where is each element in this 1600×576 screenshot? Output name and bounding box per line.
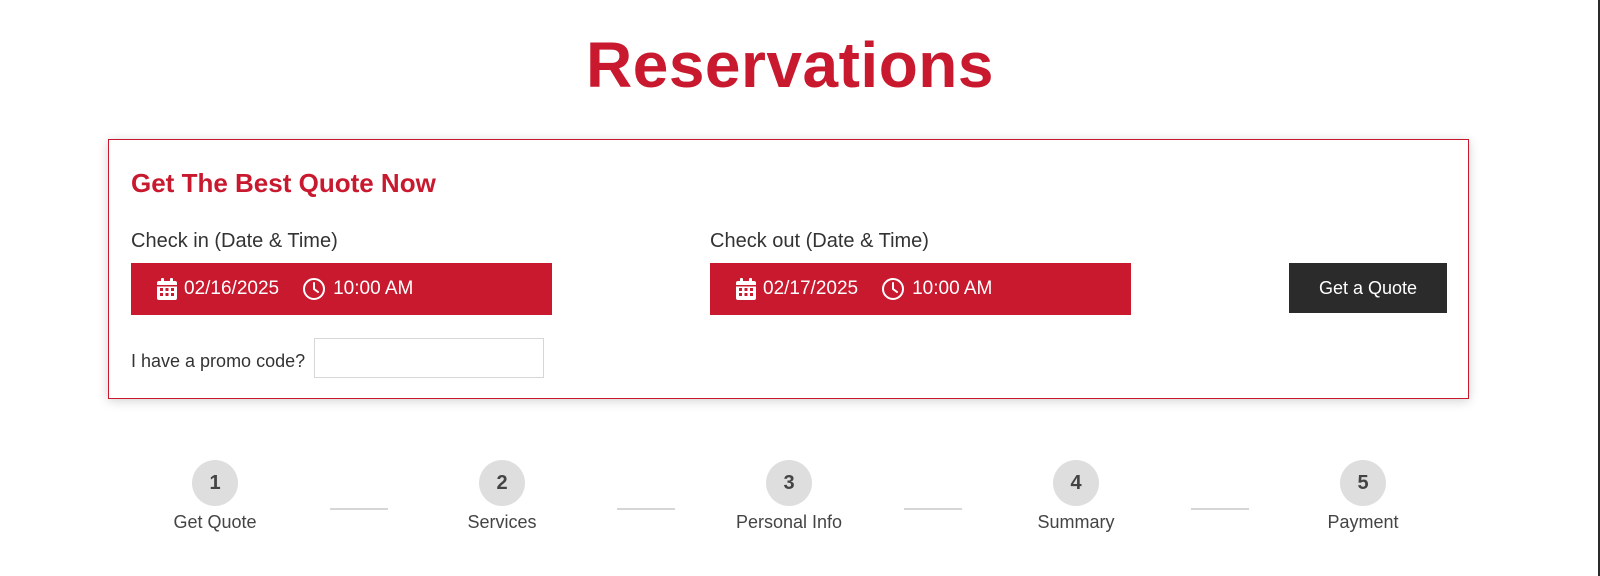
page-title: Reservations xyxy=(586,29,994,101)
check-out-date-value: 02/17/2025 xyxy=(763,278,859,299)
calendar-icon xyxy=(156,277,178,301)
check-out-label: Check out (Date & Time) xyxy=(710,230,929,252)
step-connector xyxy=(330,508,388,510)
quote-card: Get The Best Quote Now Check in (Date & … xyxy=(108,139,1469,399)
clock-icon xyxy=(302,277,326,301)
calendar-icon xyxy=(735,277,757,301)
promo-code-input[interactable] xyxy=(314,338,544,378)
check-in-datetime-picker[interactable]: 02/16/2025 10:00 AM xyxy=(131,263,552,315)
step-connector xyxy=(1191,508,1249,510)
check-out-time-value: 10:00 AM xyxy=(912,278,993,299)
clock-icon xyxy=(881,277,905,301)
get-quote-button[interactable]: Get a Quote xyxy=(1289,263,1447,313)
step-number: 3 xyxy=(766,460,812,506)
check-in-label: Check in (Date & Time) xyxy=(131,230,338,252)
check-in-date-value: 02/16/2025 xyxy=(184,278,280,299)
promo-code-label: I have a promo code? xyxy=(131,351,306,371)
step-services[interactable]: 2 Services xyxy=(422,460,582,533)
check-out-date[interactable]: 02/17/2025 xyxy=(735,277,858,301)
step-number: 4 xyxy=(1053,460,1099,506)
step-number: 2 xyxy=(479,460,525,506)
step-connector xyxy=(904,508,962,510)
step-number: 1 xyxy=(192,460,238,506)
step-summary[interactable]: 4 Summary xyxy=(996,460,1156,533)
step-label: Services xyxy=(467,512,537,532)
step-get-quote[interactable]: 1 Get Quote xyxy=(135,460,295,533)
step-label: Summary xyxy=(1037,512,1115,532)
check-out-datetime-picker[interactable]: 02/17/2025 10:00 AM xyxy=(710,263,1131,315)
step-personal-info[interactable]: 3 Personal Info xyxy=(709,460,869,533)
step-label: Payment xyxy=(1327,512,1399,532)
check-in-time-value: 10:00 AM xyxy=(333,278,414,299)
step-connector xyxy=(617,508,675,510)
reservation-stepper: 1 Get Quote 2 Services 3 Personal Info 4… xyxy=(0,460,1600,550)
step-label: Personal Info xyxy=(735,512,843,532)
quote-card-heading: Get The Best Quote Now xyxy=(131,168,436,198)
check-out-time[interactable]: 10:00 AM xyxy=(881,277,992,301)
step-payment[interactable]: 5 Payment xyxy=(1283,460,1443,533)
step-number: 5 xyxy=(1340,460,1386,506)
check-in-date[interactable]: 02/16/2025 xyxy=(156,277,279,301)
check-in-time[interactable]: 10:00 AM xyxy=(302,277,413,301)
step-label: Get Quote xyxy=(173,512,257,532)
